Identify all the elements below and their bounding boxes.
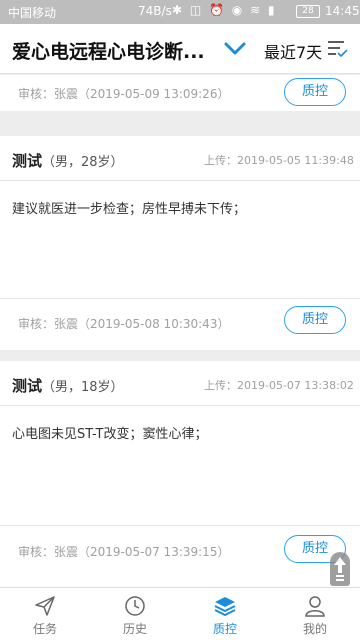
battery-icon: 28 — [296, 5, 320, 18]
tab-history[interactable]: 历史 — [90, 588, 180, 640]
tab-label: 质控 — [212, 622, 237, 636]
system-icons: ✱ ◫ ⏰ ◉ ≋ ▮ — [172, 3, 277, 17]
tab-label: 我的 — [302, 622, 327, 636]
app-header: 爱心电远程心电诊断... 最近7天 — [0, 24, 360, 74]
scroll-top-button[interactable] — [330, 552, 350, 586]
carrier-label: 中国移动 — [8, 6, 57, 20]
tab-quality-control[interactable]: 质控 — [180, 588, 270, 640]
diagnosis-text: 建议就医进一步检查；房性早搏未下传； — [12, 202, 247, 217]
user-icon — [305, 596, 325, 617]
review-info: 审核：张震（2019-05-07 13:39:15） — [18, 545, 230, 559]
page-title: 爱心电远程心电诊断... — [12, 41, 205, 63]
record-card[interactable]: 测试（男，18岁） 上传：2019-05-07 13:38:02 心电图未见ST… — [0, 361, 360, 587]
tab-label: 任务 — [32, 622, 57, 636]
network-speed: 74B/s — [138, 4, 172, 18]
clock-time: 14:45 — [325, 4, 360, 18]
patient-gender-age: （男，18岁） — [42, 380, 124, 395]
chevron-down-icon[interactable] — [222, 36, 248, 62]
record-card[interactable]: 审核：张震（2019-05-09 13:09:26） 质控 — [0, 75, 360, 111]
review-info: 审核：张震（2019-05-09 13:09:26） — [18, 87, 230, 101]
review-info: 审核：张震（2019-05-08 10:30:43） — [18, 317, 230, 331]
diagnosis-text: 心电图未见ST-T改变；窦性心律； — [12, 427, 208, 442]
patient-info: 测试（男，18岁） — [12, 375, 124, 396]
record-card[interactable]: 测试（男，28岁） 上传：2019-05-05 11:39:48 建议就医进一步… — [0, 136, 360, 350]
patient-info: 测试（男，28岁） — [12, 150, 124, 171]
tab-task[interactable]: 任务 — [0, 588, 90, 640]
record-list[interactable]: 审核：张震（2019-05-09 13:09:26） 质控 测试（男，28岁） … — [0, 75, 360, 587]
status-bar: 中国移动 74B/s ✱ ◫ ⏰ ◉ ≋ ▮ 28 14:45 — [0, 0, 360, 24]
upload-time: 上传：2019-05-07 13:38:02 — [204, 379, 354, 392]
upload-time: 上传：2019-05-05 11:39:48 — [204, 154, 354, 167]
divider — [0, 298, 360, 299]
arrow-up-icon — [334, 557, 346, 581]
divider — [0, 405, 360, 406]
date-range-selector[interactable]: 最近7天 — [264, 39, 322, 63]
menu-check-icon[interactable] — [326, 38, 348, 60]
divider — [0, 180, 360, 181]
patient-name: 测试 — [12, 152, 43, 170]
tab-label: 历史 — [122, 622, 147, 636]
qc-button[interactable]: 质控 — [284, 78, 346, 106]
layers-icon — [214, 597, 236, 617]
patient-gender-age: （男，28岁） — [42, 155, 124, 170]
bottom-tab-bar: 任务 历史 质控 我的 — [0, 587, 360, 640]
qc-button[interactable]: 质控 — [284, 306, 346, 334]
clock-icon — [125, 596, 145, 616]
patient-name: 测试 — [12, 377, 43, 395]
send-icon — [35, 596, 55, 616]
tab-mine[interactable]: 我的 — [270, 588, 360, 640]
divider — [0, 525, 360, 526]
